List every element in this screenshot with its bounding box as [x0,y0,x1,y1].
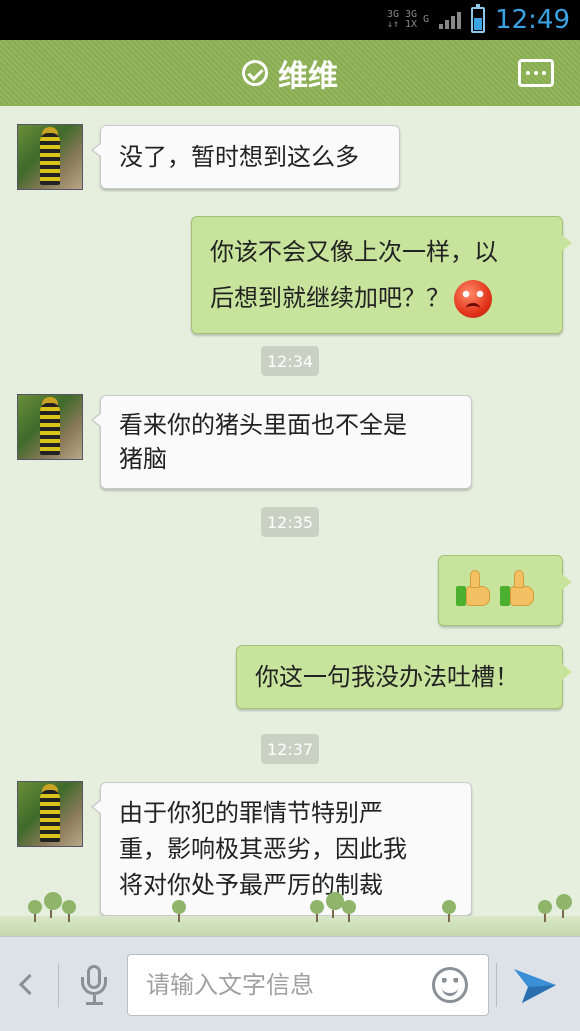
angry-face-icon [454,280,492,318]
check-circle-icon [242,60,268,86]
message-text: 你这一句我没办法吐槽！ [255,663,519,691]
message-text: 将对你处予最严厉的制裁 [119,871,383,899]
message-bubble-outgoing[interactable]: 你该不会又像上次一样，以 后想到就继续加吧？？ [191,216,572,334]
message-bubble-incoming[interactable]: 由于你犯的罪情节特别严 重，影响极其恶劣，因此我 将对你处予最严厉的制裁 [91,782,472,916]
smiley-icon[interactable] [432,967,468,1003]
message-text: 重，影响极其恶劣，因此我 [119,835,407,863]
thumbs-up-icon [455,568,495,608]
network-label: 1X [404,19,418,30]
avatar[interactable] [17,394,83,460]
timestamp: 12:34 [261,346,319,376]
message-input-bar [0,936,580,1031]
contact-name: 维维 [278,59,338,94]
chat-area[interactable]: 没了，暂时想到这么多 你该不会又像上次一样，以 后想到就继续加吧？？ 12:34… [0,106,580,936]
divider [496,963,497,1007]
timestamp: 12:35 [261,507,319,537]
thumbs-up-icon [499,568,539,608]
status-bar: 3G ↓↑ 3G 1X G 12:49 [0,0,580,40]
message-text: 由于你犯的罪情节特别严 [119,799,383,827]
microphone-icon[interactable] [78,963,110,1007]
message-text: 后想到就继续加吧？？ [210,284,450,312]
message-bubble-outgoing[interactable]: 你这一句我没办法吐槽！ [236,645,572,709]
timestamp: 12:37 [261,734,319,764]
battery-icon [471,4,486,33]
chat-header: 维维 [0,40,580,112]
message-text: 看来你的猪头里面也不全是 [119,411,407,439]
avatar[interactable] [17,781,83,847]
data-arrows-icon: ↓↑ [386,19,399,30]
avatar[interactable] [17,124,83,190]
network-indicators: 3G ↓↑ 3G 1X G [387,10,429,30]
signal-strength-icon [439,11,462,29]
message-text: 你该不会又像上次一样，以 [210,238,498,266]
divider [58,963,59,1007]
message-bubble-incoming[interactable]: 看来你的猪头里面也不全是 猪脑 [91,395,472,489]
message-bubble-outgoing[interactable] [438,555,572,626]
network-label: G [423,14,430,25]
more-options-icon[interactable] [518,59,554,87]
send-icon[interactable] [512,965,558,1007]
message-text: 猪脑 [119,445,167,473]
battery-fill [474,17,483,30]
status-clock: 12:49 [495,5,570,35]
chevron-left-icon[interactable] [18,971,34,999]
message-bubble-incoming[interactable]: 没了，暂时想到这么多 [91,125,400,189]
message-text: 没了，暂时想到这么多 [119,143,359,171]
